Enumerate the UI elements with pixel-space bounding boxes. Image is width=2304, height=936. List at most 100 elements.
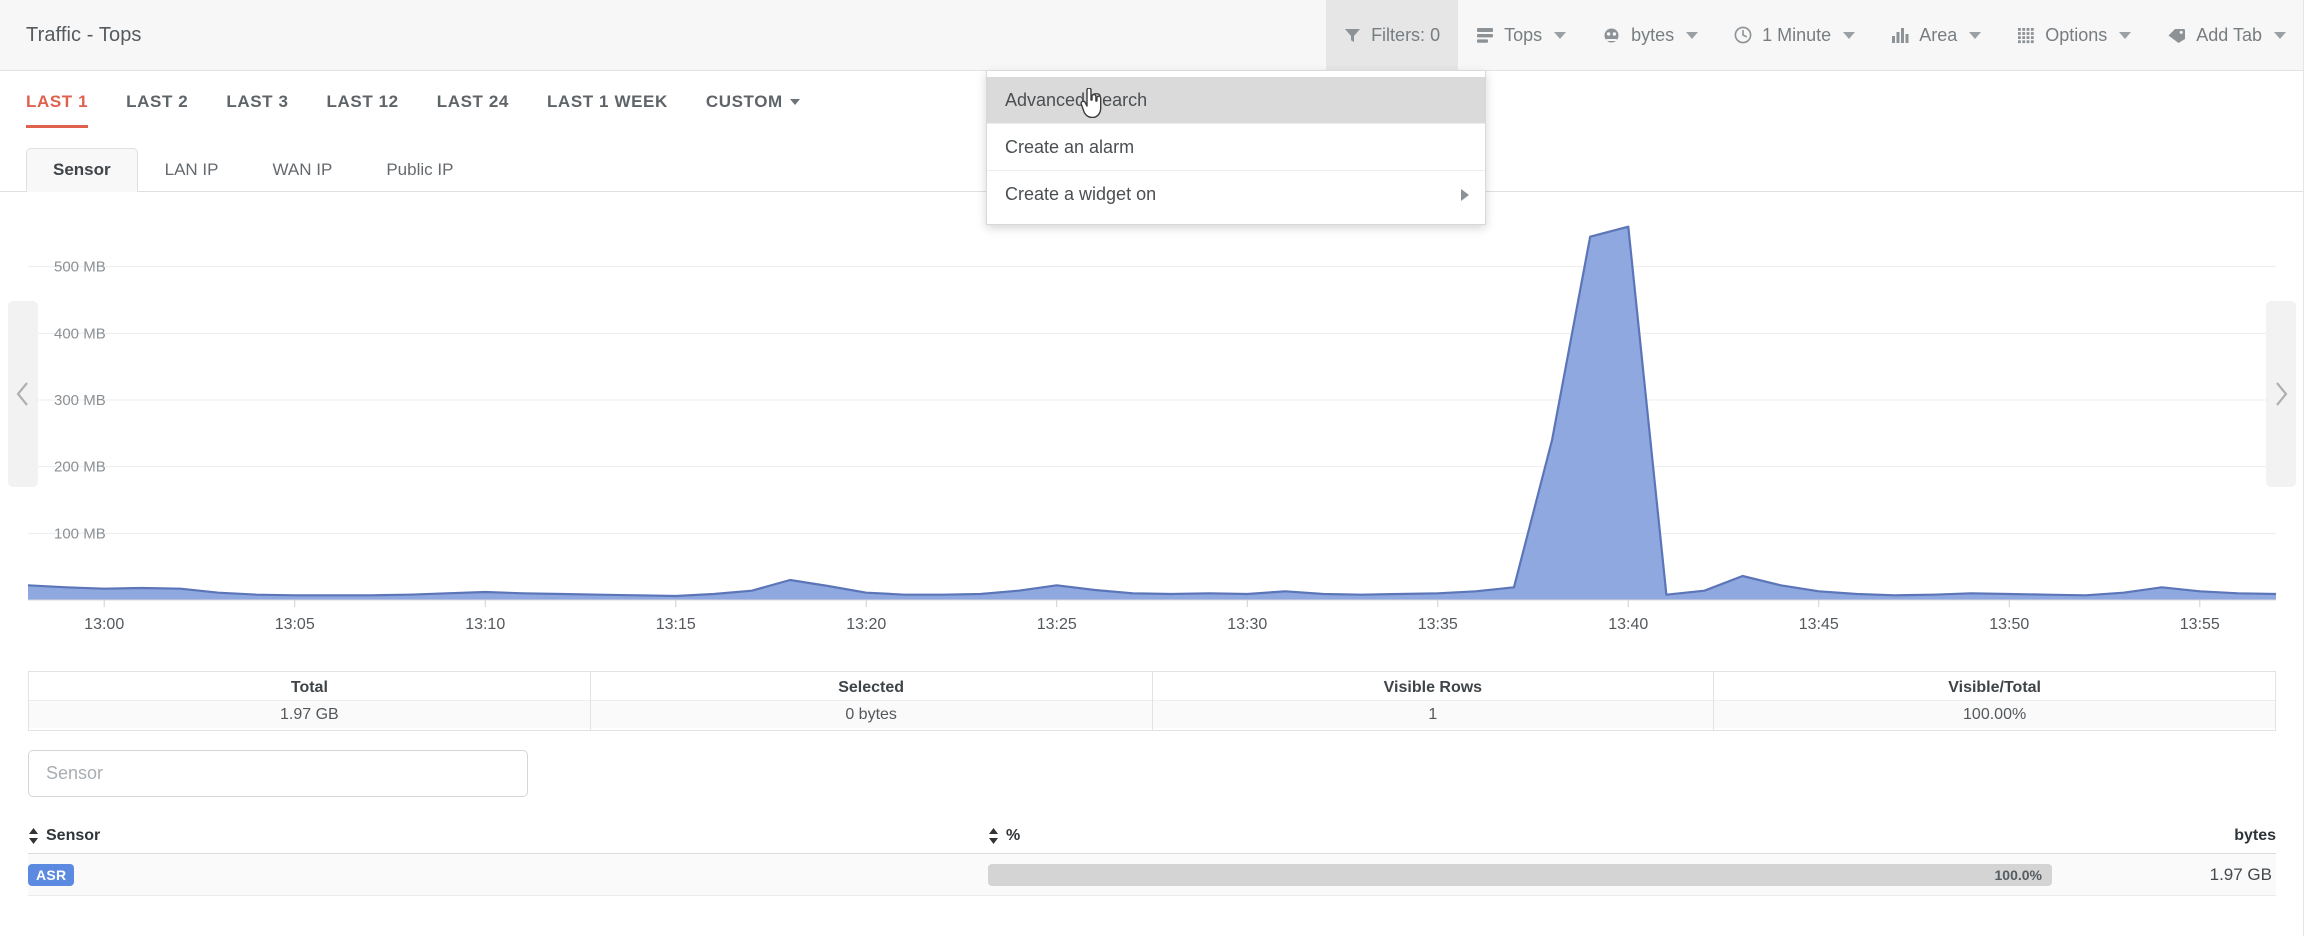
time-range-label: LAST 1 (26, 92, 89, 111)
chevron-down-icon (2274, 31, 2286, 39)
tab-lan-ip[interactable]: LAN IP (138, 148, 246, 192)
prev-period-button[interactable] (8, 301, 38, 487)
cell-percent: 100.0% (988, 863, 2056, 886)
list-icon (1476, 27, 1494, 44)
stat-visible-total: Visible/Total 100.00% (1714, 672, 2275, 730)
time-range-last-1[interactable]: LAST 1 (26, 92, 110, 128)
time-range-label: LAST 12 (326, 92, 399, 111)
x-axis-tick-label: 13:35 (1418, 616, 1458, 633)
page-title: Traffic - Tops (26, 23, 142, 46)
tab-sensor[interactable]: Sensor (26, 148, 138, 192)
time-range-last-24[interactable]: LAST 24 (437, 92, 531, 112)
chevron-down-icon (1843, 31, 1856, 39)
time-range-label: CUSTOM (705, 92, 783, 111)
table-header-row: Sensor % bytes (28, 818, 2276, 854)
chevron-left-icon (16, 382, 28, 406)
column-header-sensor[interactable]: Sensor (28, 827, 988, 845)
scale-icon (1602, 27, 1621, 44)
stat-header: Visible Rows (1383, 678, 1483, 696)
y-axis-tick-label: 500 MB (54, 259, 106, 276)
menu-item-create-a-widget-on[interactable]: Create a widget on (987, 171, 1485, 218)
time-range-custom[interactable]: CUSTOM (706, 92, 822, 112)
chevron-right-icon (1461, 188, 1469, 201)
stat-value: 100.00% (1714, 699, 2275, 728)
menu-item-label: Advanced Search (1005, 89, 1148, 110)
time-range-label: LAST 2 (126, 92, 189, 111)
time-range-last-2[interactable]: LAST 2 (126, 92, 210, 112)
stat-total: Total 1.97 GB (29, 672, 591, 730)
filters-button-label: Filters: 0 (1371, 24, 1441, 45)
y-axis-tick-label: 100 MB (54, 525, 106, 542)
funnel-icon (1344, 27, 1361, 44)
y-axis-tick-label: 400 MB (54, 325, 106, 342)
charttype-dropdown[interactable]: Area (1873, 0, 1999, 71)
column-header-sensor-label: Sensor (46, 826, 101, 844)
tops-dropdown[interactable]: Tops (1458, 0, 1584, 71)
menu-item-label: Create a widget on (1005, 184, 1157, 204)
column-header-percent-label: % (1006, 826, 1021, 844)
stat-header: Visible/Total (1948, 678, 2041, 696)
time-range-last-12[interactable]: LAST 12 (327, 92, 421, 112)
stat-visible-rows: Visible Rows 1 (1152, 672, 1715, 730)
menu-item-create-an-alarm[interactable]: Create an alarm (987, 124, 1485, 171)
chevron-down-icon (1969, 31, 1982, 39)
sort-icon (28, 827, 39, 844)
app-header: Traffic - Tops Filters: 0 Tops bytes 1 Minu… (0, 0, 2304, 71)
next-period-button[interactable] (2266, 301, 2296, 487)
percent-label: 100.0% (1994, 866, 2042, 883)
stat-header: Selected (838, 678, 905, 696)
tab-label: WAN IP (272, 160, 333, 179)
table-body: ASR 100.0% 1.97 GB (28, 854, 2276, 896)
tab-public-ip[interactable]: Public IP (359, 148, 480, 192)
interval-dropdown-label: 1 Minute (1762, 24, 1832, 45)
traffic-area-chart: 100 MB 200 MB 300 MB 400 MB 500 MB 13:00 13:05… (0, 192, 2304, 662)
x-axis-tick-label: 13:05 (275, 616, 315, 633)
table-row[interactable]: ASR 100.0% 1.97 GB (28, 854, 2276, 896)
stat-value: 1.97 GB (29, 699, 590, 728)
add-tab-dropdown[interactable]: Add Tab (2149, 0, 2304, 71)
sort-icon (988, 827, 999, 844)
time-range-label: LAST 24 (436, 92, 509, 111)
time-range-last-3[interactable]: LAST 3 (226, 92, 310, 112)
summary-stats: Total 1.97 GB Selected 0 bytes Visible Rows 1… (28, 671, 2276, 731)
tab-label: Sensor (53, 160, 111, 179)
percent-bar: 100.0% (988, 863, 2052, 886)
cell-bytes: 1.97 GB (2209, 864, 2272, 884)
x-axis-tick-label: 13:55 (2180, 616, 2220, 633)
bytes-dropdown[interactable]: bytes (1584, 0, 1716, 71)
sensor-filter-input[interactable] (28, 750, 528, 797)
x-axis-tick-label: 13:25 (1037, 616, 1077, 633)
x-axis-tick-label: 13:10 (465, 616, 505, 633)
column-header-bytes[interactable]: bytes (2056, 827, 2276, 845)
options-dropdown[interactable]: Options (1999, 0, 2149, 71)
menu-item-advanced-search[interactable]: Advanced Search (987, 77, 1485, 124)
time-range-label: LAST 1 WEEK (546, 92, 668, 111)
chevron-down-icon (1686, 31, 1699, 39)
area-line (27, 225, 2277, 598)
add-tab-dropdown-label: Add Tab (2196, 24, 2262, 45)
tops-dropdown-label: Tops (1504, 24, 1543, 45)
time-range-last-1-week[interactable]: LAST 1 WEEK (547, 92, 690, 112)
bar-chart-icon (1891, 27, 1909, 44)
sensor-table: Sensor % bytes ASR 100.0% 1.97 GB (28, 818, 2276, 896)
tag-icon (2167, 27, 2186, 44)
toolbar: Filters: 0 Tops bytes 1 Minute Area Options Ad… (1326, 0, 2304, 71)
grid-icon (2017, 27, 2035, 44)
interval-dropdown[interactable]: 1 Minute (1716, 0, 1873, 71)
tab-wan-ip[interactable]: WAN IP (246, 148, 360, 192)
y-axis-tick-label: 300 MB (54, 392, 106, 409)
x-axis-tick-label: 13:30 (1227, 616, 1267, 633)
filters-button[interactable]: Filters: 0 (1326, 0, 1459, 71)
stat-selected: Selected 0 bytes (590, 672, 1153, 730)
column-header-percent[interactable]: % (988, 827, 2056, 845)
stat-header: Total (290, 678, 328, 696)
column-header-bytes-label: bytes (2234, 826, 2276, 844)
x-axis-tick-label: 13:45 (1799, 616, 1839, 633)
chart-canvas: 100 MB 200 MB 300 MB 400 MB 500 MB 13:00 13:05… (27, 225, 2277, 633)
stat-value: 1 (1152, 699, 1714, 728)
x-axis-tick-label: 13:40 (1608, 616, 1648, 633)
chevron-right-icon (2276, 382, 2288, 406)
sensor-badge[interactable]: ASR (28, 863, 75, 886)
cell-sensor: ASR (28, 863, 988, 886)
area-fill (28, 226, 2276, 600)
